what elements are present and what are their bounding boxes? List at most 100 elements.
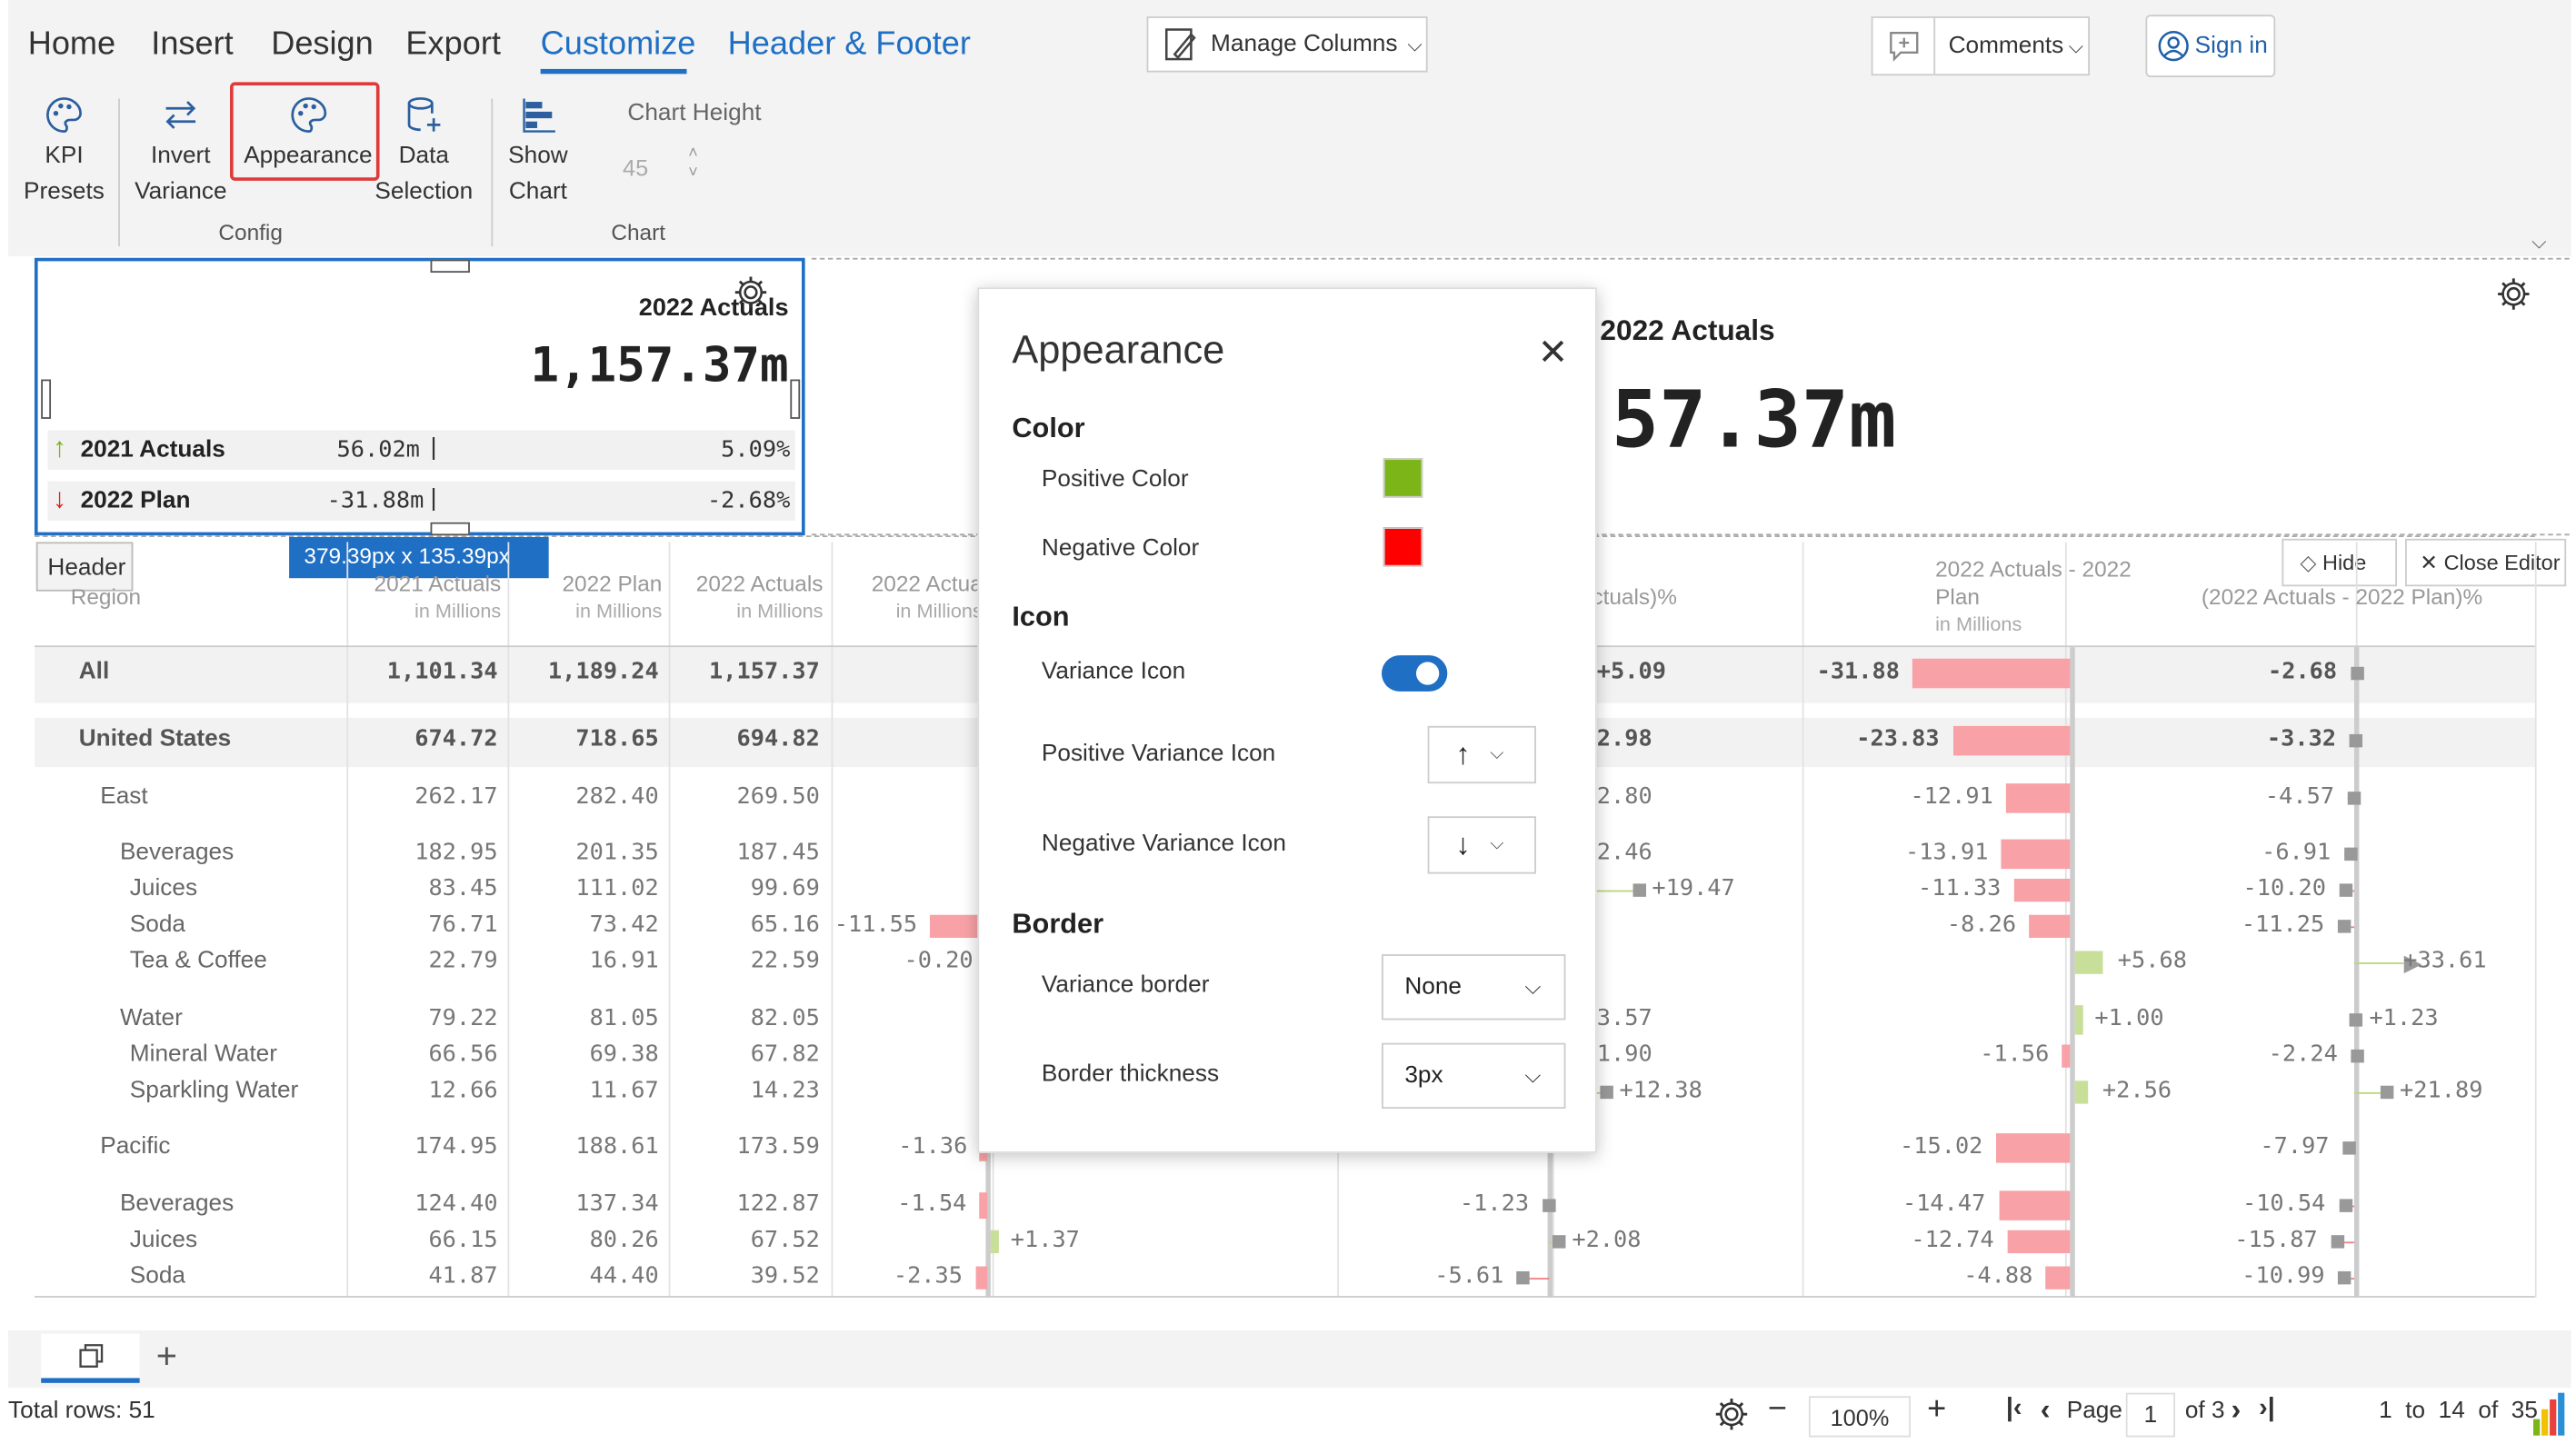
data-selection-button[interactable]: Data Selection <box>371 95 476 211</box>
variance-label: -1.56 <box>1980 1041 2050 1068</box>
close-icon[interactable]: ✕ <box>1538 332 1568 374</box>
variance-marker <box>1516 1270 1531 1285</box>
column-header[interactable]: 2022 Actuals - 2022 Plan in Millions <box>1935 555 2132 639</box>
kpi-presets-button[interactable]: KPI Presets <box>23 95 105 211</box>
variance-bar <box>2074 1005 2083 1035</box>
row-label[interactable]: Tea & Coffee <box>130 948 267 974</box>
grid-line <box>668 542 671 1298</box>
manage-columns-button[interactable]: Manage Columns ⌵ <box>1146 16 1428 73</box>
column-header-title: Region <box>70 584 142 610</box>
variance-label: 2.98 <box>1596 725 1652 752</box>
cell-value: 187.45 <box>736 839 820 866</box>
last-page-icon[interactable]: ›| <box>2259 1394 2275 1424</box>
sheet-tab[interactable] <box>41 1333 140 1383</box>
chart-height-value: 45 <box>623 154 649 181</box>
row-label[interactable]: Beverages <box>120 840 234 866</box>
sign-in-button[interactable]: Sign in <box>2145 15 2276 77</box>
first-page-icon[interactable]: |‹ <box>2006 1394 2022 1424</box>
variance-border-select[interactable]: None ⌵ <box>1382 954 1566 1021</box>
column-header[interactable]: (2022 Actuals - 2022 Plan)% <box>2202 583 2482 612</box>
gear-icon[interactable] <box>733 274 769 319</box>
comments-button[interactable]: Comments ⌵ <box>1871 16 2091 76</box>
column-header-unit: in Millions <box>895 599 983 623</box>
cell-value: 76.71 <box>428 911 498 939</box>
appearance-highlight <box>230 82 380 181</box>
row-label[interactable]: Juices <box>130 875 197 901</box>
row-label[interactable]: Beverages <box>120 1190 234 1217</box>
manage-columns-label: Manage Columns <box>1211 31 1398 58</box>
tab-home[interactable]: Home <box>28 26 115 65</box>
row-label[interactable]: Juices <box>130 1227 197 1253</box>
cell-value: 674.72 <box>414 725 498 752</box>
positive-color-swatch[interactable] <box>1383 458 1423 498</box>
variance-line <box>2354 962 2404 964</box>
page-input[interactable]: 1 <box>2125 1392 2175 1438</box>
variance-icon-toggle[interactable] <box>1382 655 1448 692</box>
gear-icon[interactable] <box>1713 1396 1750 1439</box>
negative-variance-icon-select[interactable]: ↓ ⌵ <box>1427 816 1536 874</box>
show-chart-button[interactable]: Show Chart <box>501 95 574 211</box>
add-sheet-icon[interactable]: + <box>156 1335 177 1378</box>
divider: | <box>430 484 437 513</box>
variance-label: -15.02 <box>1900 1133 1983 1160</box>
zoom-in-icon[interactable]: + <box>1927 1391 1946 1429</box>
row-label[interactable]: Soda <box>130 1263 185 1290</box>
tab-header-footer[interactable]: Header & Footer <box>728 26 971 65</box>
column-header[interactable]: 2022 Actua in Millions <box>785 570 983 625</box>
tab-customize[interactable]: Customize <box>541 26 696 65</box>
cell-value: 39.52 <box>750 1262 820 1290</box>
variance-label: -3.32 <box>2266 725 2337 752</box>
variance-label: +33.61 <box>2403 947 2487 974</box>
separator <box>118 98 120 247</box>
zoom-out-icon[interactable]: − <box>1768 1391 1787 1429</box>
variance-bar <box>2001 839 2071 870</box>
negative-color-swatch[interactable] <box>1383 527 1423 567</box>
tab-export[interactable]: Export <box>405 26 500 65</box>
row-label[interactable]: All <box>79 659 109 685</box>
config-group-label: Config <box>218 220 283 245</box>
variance-bar <box>2007 1230 2071 1254</box>
spinner-arrows-icon[interactable]: ˄ ˅ <box>688 144 698 184</box>
variance-label: -6.91 <box>2261 839 2331 866</box>
tab-insert[interactable]: Insert <box>151 26 233 65</box>
border-thickness-value: 3px <box>1404 1062 1443 1090</box>
variance-icon-label: Variance Icon <box>1041 658 1186 685</box>
close-editor-button[interactable]: ✕ Close Editor <box>2405 538 2567 587</box>
palette-icon <box>46 97 82 133</box>
add-comment-icon <box>1872 17 1936 75</box>
kpi-card-selected[interactable]: 2022 Actuals 1,157.37m ↑ 2021 Actuals 56… <box>34 257 805 536</box>
resize-handle-left[interactable] <box>41 379 52 419</box>
next-page-icon[interactable]: › <box>2231 1393 2241 1428</box>
variance-label: 3.57 <box>1596 1005 1652 1032</box>
variance-bar <box>1912 658 2071 689</box>
collapse-ribbon-icon[interactable]: ⌵ <box>2531 230 2546 254</box>
hide-button[interactable]: ◇ Hide <box>2281 538 2397 587</box>
cell-value: 11.67 <box>589 1077 659 1104</box>
row-label[interactable]: Sparkling Water <box>130 1078 298 1104</box>
positive-color-label: Positive Color <box>1041 466 1189 493</box>
border-thickness-select[interactable]: 3px ⌵ <box>1382 1042 1566 1109</box>
column-header[interactable]: Region <box>71 583 141 612</box>
variance-marker <box>2349 1013 2363 1027</box>
row-label[interactable]: United States <box>79 726 231 752</box>
prev-page-icon[interactable]: ‹ <box>2041 1393 2051 1428</box>
kpi-row-label: 2021 Actuals <box>80 436 225 463</box>
invert-variance-button[interactable]: Invert Variance <box>132 95 230 211</box>
resize-handle-top[interactable] <box>430 259 470 274</box>
row-label[interactable]: Soda <box>130 911 185 938</box>
positive-variance-icon-select[interactable]: ↑ ⌵ <box>1427 725 1536 784</box>
cell-value: 22.79 <box>428 947 498 974</box>
variance-bar <box>2045 1266 2071 1290</box>
gear-icon[interactable] <box>2495 276 2531 321</box>
row-label[interactable]: Water <box>120 1005 183 1031</box>
row-label[interactable]: East <box>100 783 147 810</box>
resize-handle-right[interactable] <box>790 379 801 419</box>
variance-label: 2.80 <box>1596 783 1652 811</box>
resize-handle-bottom[interactable] <box>430 522 470 536</box>
row-label[interactable]: Pacific <box>100 1133 170 1160</box>
cell-value: 174.95 <box>414 1133 498 1160</box>
zoom-input[interactable]: 100% <box>1808 1396 1912 1438</box>
tab-design[interactable]: Design <box>271 26 374 65</box>
chart-height-input[interactable]: 45 ˄ ˅ <box>609 144 717 191</box>
row-label[interactable]: Mineral Water <box>130 1041 277 1068</box>
